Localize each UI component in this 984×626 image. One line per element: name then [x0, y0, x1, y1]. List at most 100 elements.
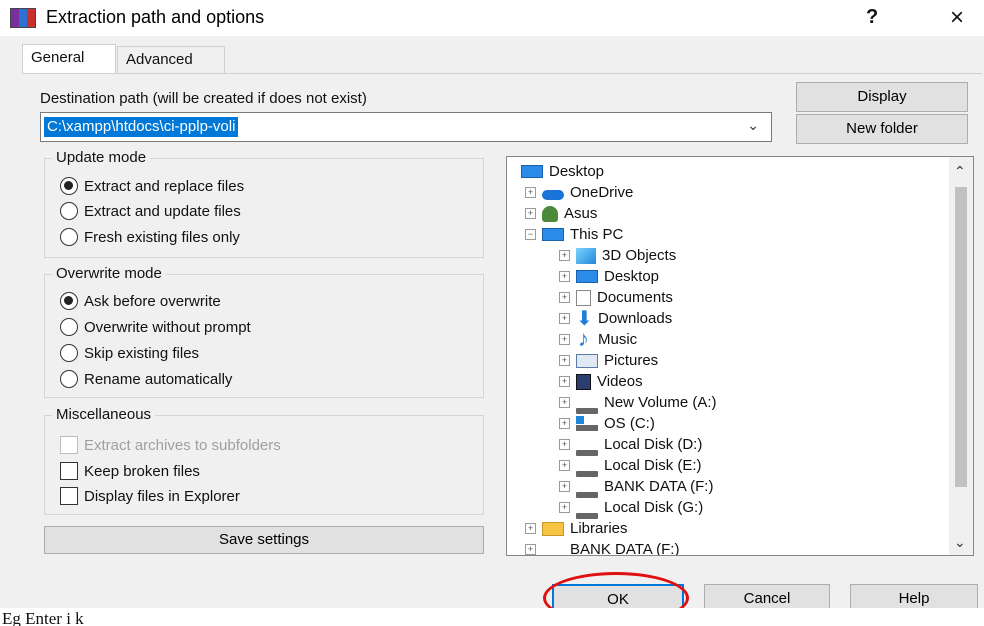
title-bar: Extraction path and options ? × [0, 0, 984, 36]
radio-button[interactable] [60, 370, 78, 388]
checkbox-keep-broken-files[interactable]: Keep broken files [60, 462, 200, 480]
radio-fresh-existing[interactable]: Fresh existing files only [60, 228, 240, 246]
tree-item-label: Desktop [604, 268, 660, 285]
miscellaneous-title: Miscellaneous [52, 406, 156, 423]
tree-item-label: BANK DATA (F:) [570, 541, 680, 556]
tree-item-local-disk-g[interactable]: + Local Disk (G:) [559, 497, 704, 519]
radio-skip-existing[interactable]: Skip existing files [60, 344, 199, 362]
folder-tree[interactable]: Desktop + OneDrive + Asus − This PC + 3D… [506, 156, 974, 556]
tree-item-label: OS (C:) [604, 415, 655, 432]
expand-plus-icon[interactable]: + [559, 460, 570, 471]
tree-item-label: Asus [564, 205, 598, 222]
tree-item-desktop-root[interactable]: Desktop [521, 161, 604, 182]
checkbox-display-in-explorer[interactable]: Display files in Explorer [60, 487, 240, 505]
tree-item-local-disk-d[interactable]: + Local Disk (D:) [559, 434, 702, 456]
display-button[interactable]: Display [796, 82, 968, 112]
radio-label: Skip existing files [84, 344, 200, 362]
expand-plus-icon[interactable]: + [559, 481, 570, 492]
tree-item-videos[interactable]: + Videos [559, 371, 643, 392]
tree-item-new-volume-a[interactable]: + New Volume (A:) [559, 392, 717, 414]
picture-icon [576, 353, 598, 368]
tree-item-pictures[interactable]: + Pictures [559, 350, 658, 371]
tree-item-bank-data-f[interactable]: + BANK DATA (F:) [559, 476, 714, 498]
radio-extract-update[interactable]: Extract and update files [60, 202, 241, 220]
user-icon [542, 205, 558, 222]
radio-overwrite-without-prompt[interactable]: Overwrite without prompt [60, 318, 251, 336]
tree-item-this-pc[interactable]: − This PC [525, 224, 623, 245]
radio-label: Extract and replace files [84, 177, 245, 195]
expand-plus-icon[interactable]: + [559, 502, 570, 513]
expand-plus-icon[interactable]: + [559, 334, 570, 345]
expand-plus-icon[interactable]: + [559, 397, 570, 408]
tree-item-3d-objects[interactable]: + 3D Objects [559, 245, 676, 266]
radio-button[interactable] [60, 318, 78, 336]
tab-general[interactable]: General [22, 44, 116, 74]
window-title: Extraction path and options [46, 7, 265, 27]
radio-extract-replace[interactable]: Extract and replace files [60, 177, 244, 195]
radio-button-selected[interactable] [60, 292, 78, 310]
tree-item-asus[interactable]: + Asus [525, 203, 597, 224]
radio-label: Rename automatically [84, 370, 233, 388]
checkbox[interactable] [60, 462, 78, 480]
radio-label: Fresh existing files only [84, 228, 240, 246]
chevron-down-icon[interactable]: ⌄ [954, 534, 966, 551]
expand-plus-icon[interactable]: + [559, 271, 570, 282]
tree-scrollbar[interactable]: ⌃ ⌄ [949, 157, 973, 555]
tree-item-label: BANK DATA (F:) [604, 478, 714, 495]
expand-plus-icon[interactable]: + [525, 523, 536, 534]
radio-button[interactable] [60, 344, 78, 362]
collapse-minus-icon[interactable]: − [525, 229, 536, 240]
expand-plus-icon[interactable]: + [525, 544, 536, 555]
tree-item-downloads[interactable]: + Downloads [559, 306, 672, 331]
tree-item-music[interactable]: + Music [559, 326, 637, 352]
expand-plus-icon[interactable]: + [559, 313, 570, 324]
folder-icon [542, 521, 564, 536]
tree-item-bank-data-f-root[interactable]: + BANK DATA (F:) [525, 539, 680, 556]
tree-item-onedrive[interactable]: + OneDrive [525, 182, 633, 203]
tree-item-label: New Volume (A:) [604, 394, 717, 411]
radio-button-selected[interactable] [60, 177, 78, 195]
expand-plus-icon[interactable]: + [525, 208, 536, 219]
expand-plus-icon[interactable]: + [559, 418, 570, 429]
radio-ask-before-overwrite[interactable]: Ask before overwrite [60, 292, 221, 310]
expand-plus-icon[interactable]: + [525, 187, 536, 198]
radio-rename-automatically[interactable]: Rename automatically [60, 370, 232, 388]
tree-item-label: This PC [570, 226, 624, 243]
expand-plus-icon[interactable]: + [559, 292, 570, 303]
winrar-app-icon [10, 8, 36, 28]
checkbox[interactable] [60, 487, 78, 505]
destination-path-label: Destination path (will be created if doe… [40, 90, 367, 107]
save-settings-button[interactable]: Save settings [44, 526, 484, 554]
cloud-icon [542, 189, 564, 200]
tree-item-label: Pictures [604, 352, 659, 369]
tree-item-desktop[interactable]: + Desktop [559, 266, 659, 287]
expand-plus-icon[interactable]: + [559, 250, 570, 261]
tree-item-label: Documents [597, 289, 673, 306]
chevron-up-icon[interactable]: ⌃ [954, 163, 966, 180]
scrollbar-thumb[interactable] [955, 187, 967, 487]
chevron-down-icon[interactable]: ⌄ [747, 117, 759, 134]
destination-path-combobox[interactable]: C:\xampp\htdocs\ci-pplp-voli ⌄ [40, 112, 772, 142]
new-folder-button[interactable]: New folder [796, 114, 968, 144]
music-icon [576, 326, 592, 352]
destination-path-value[interactable]: C:\xampp\htdocs\ci-pplp-voli [44, 117, 239, 137]
os-drive-icon [576, 415, 598, 432]
radio-button[interactable] [60, 228, 78, 246]
tree-item-os-c[interactable]: + OS (C:) [559, 413, 655, 434]
expand-plus-icon[interactable]: + [559, 376, 570, 387]
help-title-button[interactable]: ? [866, 6, 878, 29]
checkbox-label: Extract archives to subfolders [84, 436, 281, 454]
expand-plus-icon[interactable]: + [559, 439, 570, 450]
update-mode-title: Update mode [52, 149, 151, 166]
radio-button[interactable] [60, 202, 78, 220]
tree-item-label: OneDrive [570, 184, 634, 201]
tree-item-local-disk-e[interactable]: + Local Disk (E:) [559, 455, 702, 477]
checkbox [60, 436, 78, 454]
tree-item-label: Libraries [570, 520, 628, 537]
tree-item-label: Local Disk (G:) [604, 499, 704, 516]
expand-plus-icon[interactable]: + [559, 355, 570, 366]
tree-item-libraries[interactable]: + Libraries [525, 518, 628, 539]
tab-advanced[interactable]: Advanced [117, 46, 225, 74]
close-button[interactable]: × [950, 4, 964, 32]
extraction-dialog: Extraction path and options ? × Advanced… [0, 0, 984, 614]
